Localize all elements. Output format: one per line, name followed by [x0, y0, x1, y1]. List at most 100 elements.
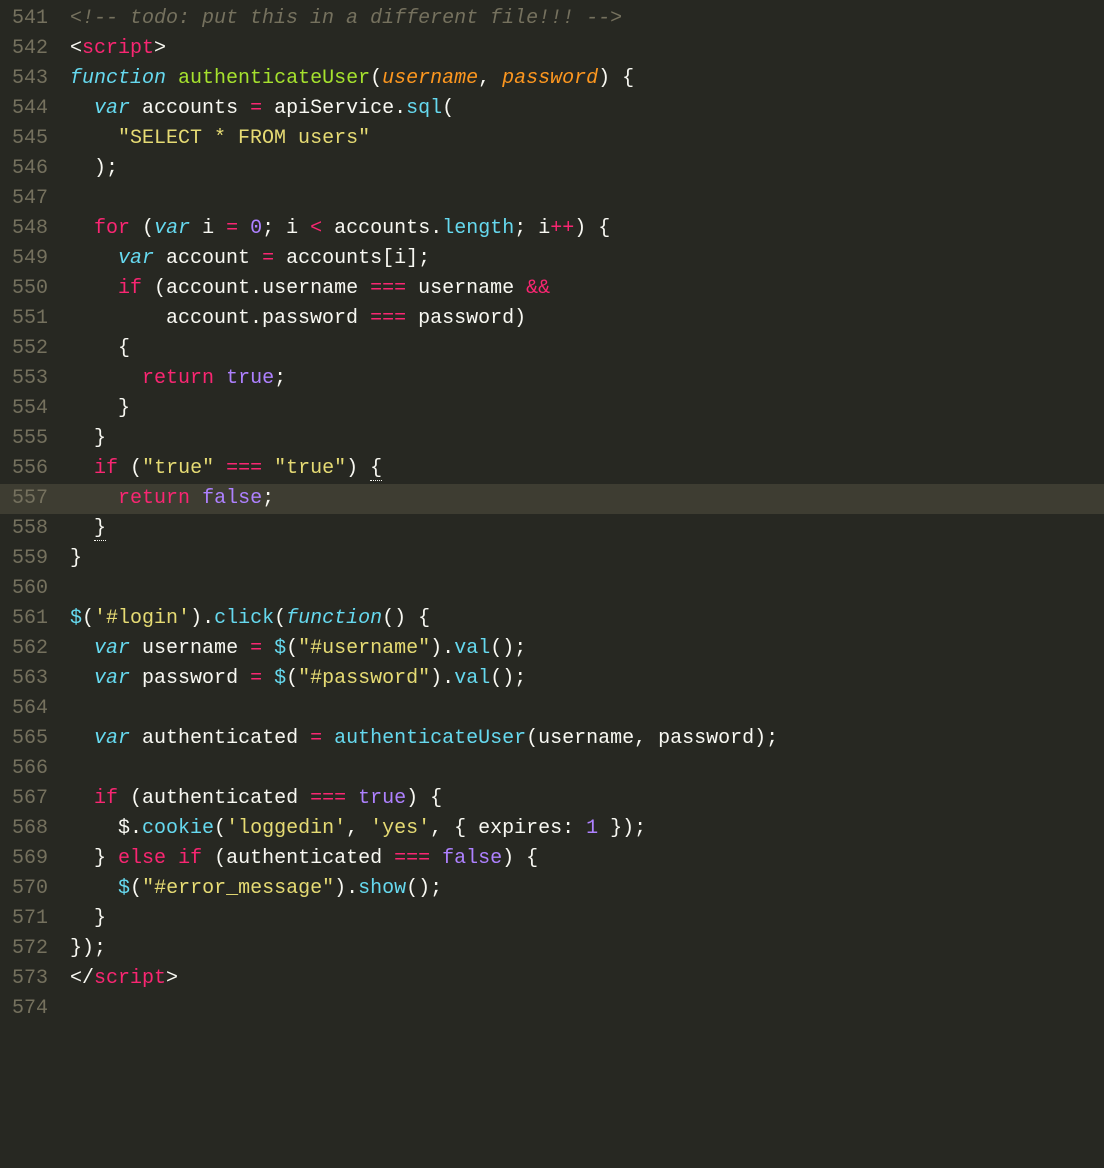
code-token [70, 727, 94, 750]
code-token: ) [346, 457, 370, 480]
code-token: authenticateUser [334, 727, 526, 750]
line-number: 550 [0, 274, 66, 304]
code-line[interactable]: account.password === password) [66, 304, 1104, 334]
code-line[interactable]: }); [66, 934, 1104, 964]
code-token [490, 67, 502, 90]
code-token: val [454, 637, 490, 660]
code-token: < [310, 217, 322, 240]
code-line[interactable]: } [66, 424, 1104, 454]
code-line[interactable] [66, 184, 1104, 214]
code-line[interactable]: "SELECT * FROM users" [66, 124, 1104, 154]
code-line[interactable]: $.cookie('loggedin', 'yes', { expires: 1… [66, 814, 1104, 844]
code-line[interactable]: } [66, 544, 1104, 574]
code-token: "#password" [298, 667, 430, 690]
code-token: ) { [406, 787, 442, 810]
code-line[interactable]: <!-- todo: put this in a different file!… [66, 4, 1104, 34]
code-token [262, 637, 274, 660]
code-token: = [310, 727, 322, 750]
code-token [70, 367, 142, 390]
code-token: function [286, 607, 382, 630]
code-token: accounts[i]; [274, 247, 430, 270]
code-line[interactable]: } [66, 514, 1104, 544]
code-token: if [118, 277, 142, 300]
code-token: ; [262, 487, 274, 510]
code-token: ); [70, 157, 118, 180]
code-token [70, 487, 118, 510]
code-token: ; i [262, 217, 310, 240]
code-token: (); [490, 667, 526, 690]
code-line[interactable] [66, 994, 1104, 1024]
code-token: } [70, 847, 118, 870]
code-line[interactable]: { [66, 334, 1104, 364]
code-token: ( [286, 637, 298, 660]
line-number: 560 [0, 574, 66, 604]
code-line[interactable]: for (var i = 0; i < accounts.length; i++… [66, 214, 1104, 244]
code-line[interactable]: return true; [66, 364, 1104, 394]
code-token: === [370, 277, 406, 300]
line-number: 567 [0, 784, 66, 814]
code-token: === [370, 307, 406, 330]
code-token: ) { [574, 217, 610, 240]
code-token: apiService. [262, 97, 406, 120]
code-line[interactable]: if (account.username === username && [66, 274, 1104, 304]
code-token: username [382, 67, 478, 90]
code-line[interactable]: return false; [66, 484, 1104, 514]
line-number: 554 [0, 394, 66, 424]
code-token: accounts [130, 97, 250, 120]
code-line[interactable]: var account = accounts[i]; [66, 244, 1104, 274]
line-number: 573 [0, 964, 66, 994]
code-token: () { [382, 607, 430, 630]
code-token: = [262, 247, 274, 270]
code-line[interactable]: var username = $("#username").val(); [66, 634, 1104, 664]
line-number: 565 [0, 724, 66, 754]
code-token: } [70, 547, 82, 570]
code-line[interactable]: $('#login').click(function() { [66, 604, 1104, 634]
code-line[interactable]: } [66, 904, 1104, 934]
code-line[interactable]: if ("true" === "true") { [66, 454, 1104, 484]
code-token: password) [406, 307, 526, 330]
code-token: i [190, 217, 226, 240]
code-token: } [70, 397, 130, 420]
code-token: } [70, 427, 106, 450]
code-token: $. [70, 817, 142, 840]
line-number: 552 [0, 334, 66, 364]
code-token: = [250, 637, 262, 660]
code-token [430, 847, 442, 870]
code-token: === [310, 787, 346, 810]
line-number: 571 [0, 904, 66, 934]
code-token: length [442, 217, 514, 240]
code-token: , { expires: [430, 817, 586, 840]
code-line[interactable] [66, 574, 1104, 604]
code-token: script [94, 967, 166, 990]
code-line[interactable]: var accounts = apiService.sql( [66, 94, 1104, 124]
code-line[interactable] [66, 694, 1104, 724]
code-token: return [142, 367, 214, 390]
code-line[interactable]: } [66, 394, 1104, 424]
code-line[interactable]: ); [66, 154, 1104, 184]
code-token: ). [430, 637, 454, 660]
code-token: , [478, 67, 490, 90]
code-token: ( [118, 457, 142, 480]
code-editor[interactable]: 5415425435445455465475485495505515525535… [0, 0, 1104, 1168]
code-line[interactable]: <script> [66, 34, 1104, 64]
code-token: return [118, 487, 190, 510]
code-token: username [406, 277, 526, 300]
line-number: 543 [0, 64, 66, 94]
code-line[interactable]: if (authenticated === true) { [66, 784, 1104, 814]
code-token: username [130, 637, 250, 660]
line-number: 541 [0, 4, 66, 34]
code-line[interactable]: var authenticated = authenticateUser(use… [66, 724, 1104, 754]
code-line[interactable]: </script> [66, 964, 1104, 994]
code-line[interactable] [66, 754, 1104, 784]
code-token: = [250, 97, 262, 120]
code-token [70, 667, 94, 690]
code-line[interactable]: function authenticateUser(username, pass… [66, 64, 1104, 94]
code-line[interactable]: var password = $("#password").val(); [66, 664, 1104, 694]
code-area[interactable]: <!-- todo: put this in a different file!… [66, 0, 1104, 1168]
code-token: accounts. [322, 217, 442, 240]
code-token: account [154, 247, 262, 270]
code-token: (authenticated [202, 847, 394, 870]
code-line[interactable]: $("#error_message").show(); [66, 874, 1104, 904]
code-line[interactable]: } else if (authenticated === false) { [66, 844, 1104, 874]
code-token [70, 457, 94, 480]
